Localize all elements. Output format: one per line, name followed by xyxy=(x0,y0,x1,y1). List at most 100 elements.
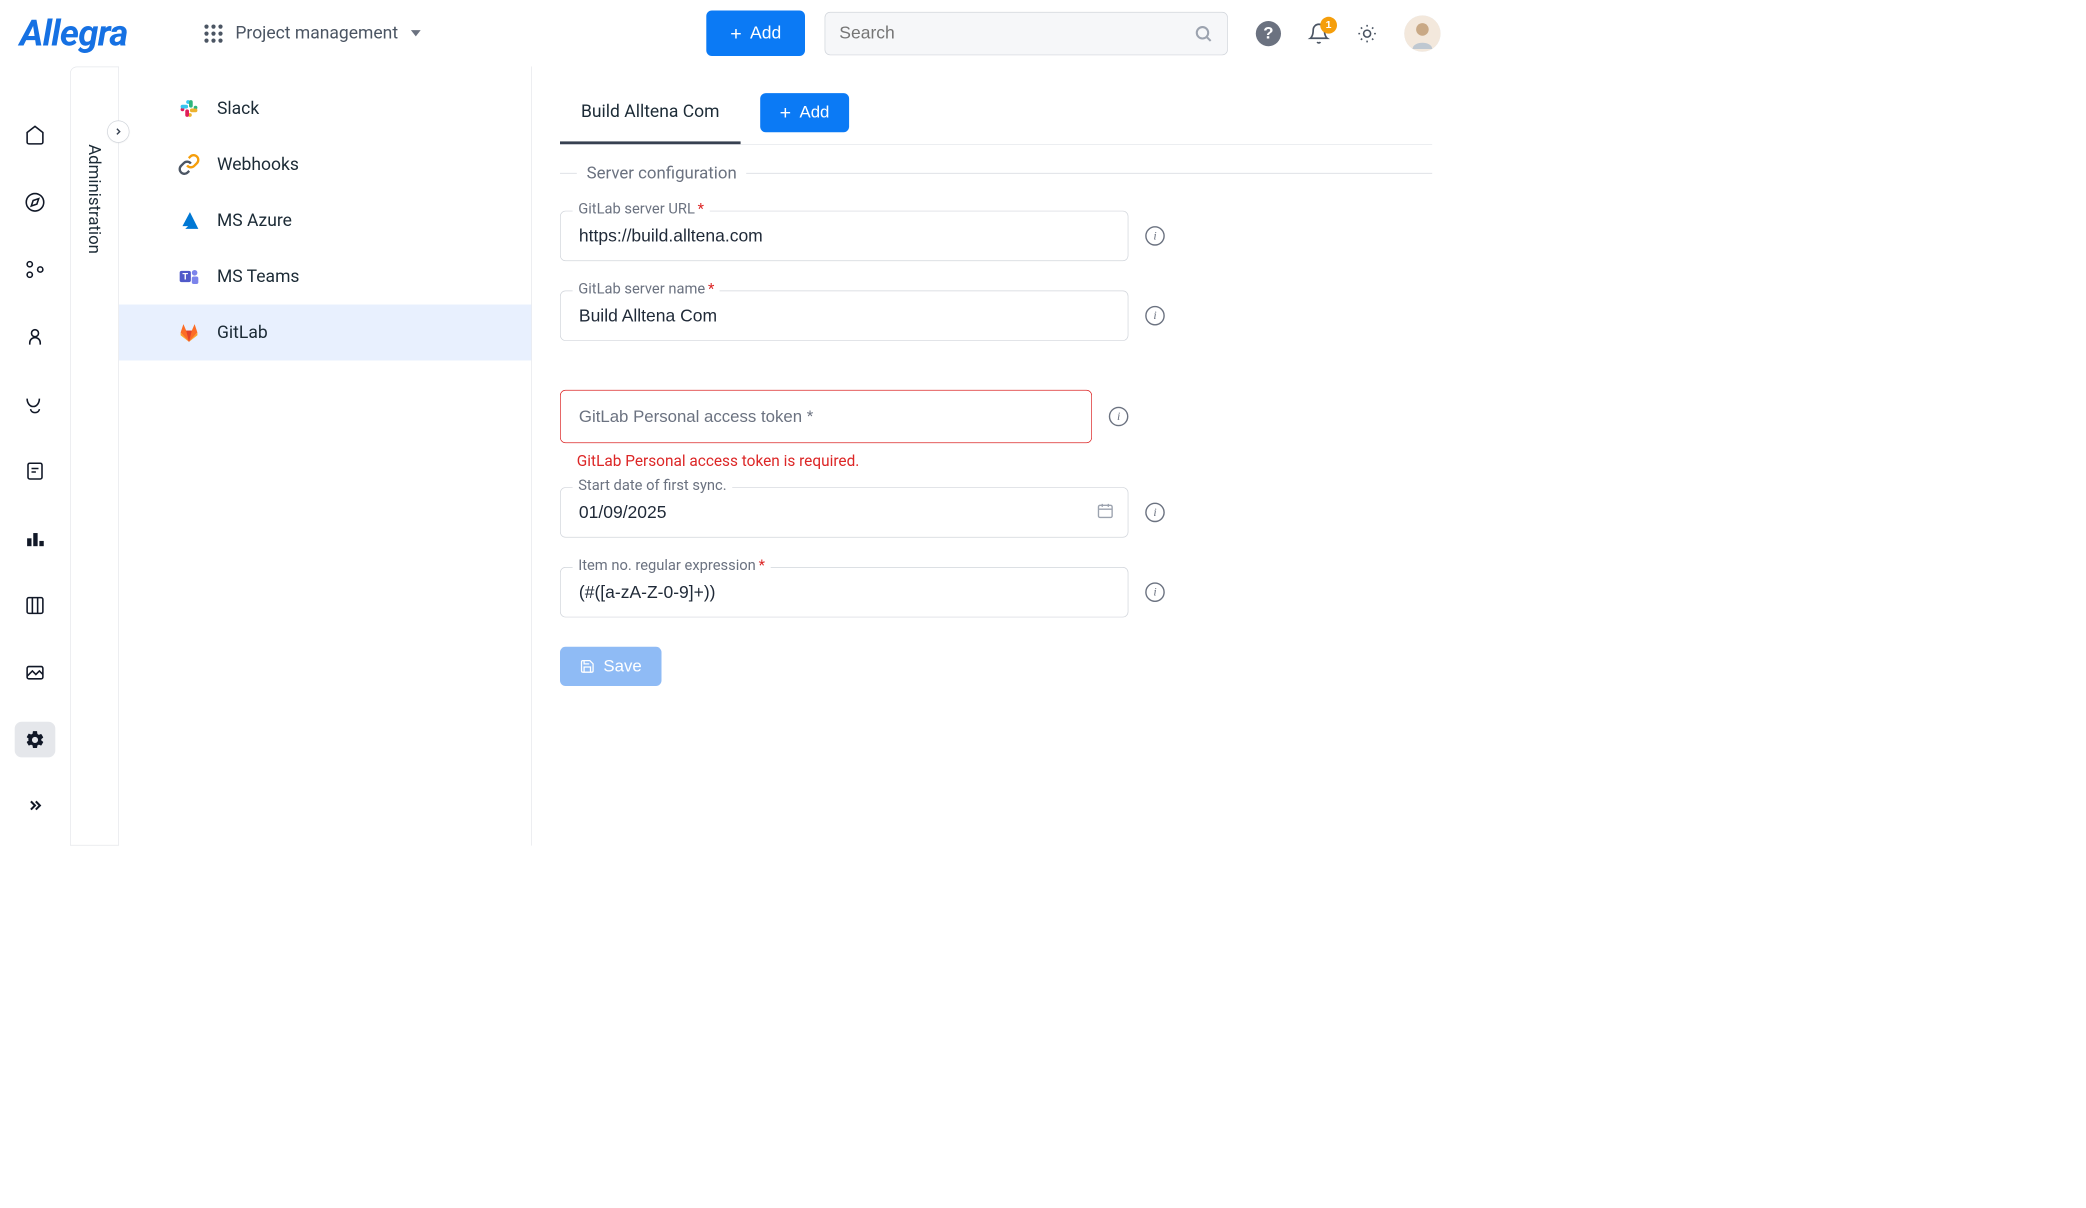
content-area: Build Alltena Com + Add Server configura… xyxy=(532,67,1460,846)
field-wrap-token xyxy=(560,390,1092,443)
notifications-button[interactable]: 1 xyxy=(1308,22,1330,44)
rail-expand[interactable] xyxy=(15,789,56,825)
rail-home[interactable] xyxy=(15,117,56,153)
section-legend: Server configuration xyxy=(560,163,1432,183)
info-icon[interactable]: i xyxy=(1145,226,1165,246)
info-icon[interactable]: i xyxy=(1145,582,1165,602)
global-add-button[interactable]: + Add xyxy=(706,11,805,57)
module-switcher[interactable]: Project management xyxy=(205,23,421,43)
rail-masks[interactable] xyxy=(15,386,56,422)
module-label: Project management xyxy=(235,23,398,43)
server-name-input[interactable] xyxy=(560,291,1128,341)
home-icon xyxy=(25,124,46,145)
search-icon xyxy=(1194,23,1214,43)
sidebar-item-webhooks[interactable]: Webhooks xyxy=(119,137,531,193)
nav-rail xyxy=(0,67,70,846)
gear-icon xyxy=(25,729,46,750)
token-error-message: GitLab Personal access token is required… xyxy=(577,453,1432,471)
calendar-icon[interactable] xyxy=(1096,502,1114,524)
kanban-icon xyxy=(25,595,46,616)
field-wrap-start-date: Start date of first sync. xyxy=(560,487,1128,537)
person-icon xyxy=(25,326,46,347)
rail-user[interactable] xyxy=(15,319,56,355)
masks-icon xyxy=(25,393,46,414)
field-wrap-server-url: GitLab server URL* xyxy=(560,211,1128,261)
rail-document[interactable] xyxy=(15,453,56,489)
start-date-label: Start date of first sync. xyxy=(573,477,733,494)
topbar: Allegra Project management + Add ? 1 xyxy=(0,0,1460,67)
add-button-label: Add xyxy=(750,23,781,43)
rail-image[interactable] xyxy=(15,655,56,691)
rail-explore[interactable] xyxy=(15,184,56,220)
field-row-regex: Item no. regular expression* i xyxy=(560,567,1432,617)
field-wrap-regex: Item no. regular expression* xyxy=(560,567,1128,617)
chevron-right-icon xyxy=(113,126,124,137)
apps-grid-icon xyxy=(205,24,223,42)
add-tab-button[interactable]: + Add xyxy=(760,93,849,132)
bar-chart-icon xyxy=(25,527,46,548)
compass-icon xyxy=(25,191,46,212)
help-button[interactable]: ? xyxy=(1256,21,1281,46)
server-url-label: GitLab server URL* xyxy=(573,201,710,218)
gitlab-icon xyxy=(176,320,201,345)
info-icon[interactable]: i xyxy=(1145,503,1165,523)
notification-badge: 1 xyxy=(1320,16,1337,33)
regex-label: Item no. regular expression* xyxy=(573,557,771,574)
field-row-server-name: GitLab server name* i xyxy=(560,291,1432,341)
admin-label: Administration xyxy=(85,130,105,254)
user-menu-button[interactable] xyxy=(1404,15,1440,51)
regex-input[interactable] xyxy=(560,567,1128,617)
sidebar-item-azure[interactable]: MS Azure xyxy=(119,193,531,249)
field-row-start-date: Start date of first sync. i xyxy=(560,487,1432,537)
chevron-down-icon xyxy=(411,30,421,36)
save-icon xyxy=(580,659,595,674)
help-icon: ? xyxy=(1256,21,1281,46)
nodes-icon xyxy=(25,259,46,280)
info-icon[interactable]: i xyxy=(1109,407,1129,427)
settings-sidebar: Slack Webhooks MS Azure T MS Teams GitLa… xyxy=(119,67,532,846)
image-icon xyxy=(25,662,46,683)
logo: Allegra xyxy=(20,12,128,55)
sidebar-item-msteams[interactable]: T MS Teams xyxy=(119,249,531,305)
server-name-label: GitLab server name* xyxy=(573,281,720,298)
save-button[interactable]: Save xyxy=(560,647,661,686)
svg-text:T: T xyxy=(182,271,188,282)
slack-icon xyxy=(176,96,201,121)
sidebar-item-gitlab[interactable]: GitLab xyxy=(119,305,531,361)
rail-items[interactable] xyxy=(15,251,56,287)
search-box[interactable] xyxy=(825,12,1228,55)
section-title: Server configuration xyxy=(587,163,737,183)
sun-icon xyxy=(1357,23,1378,44)
field-row-server-url: GitLab server URL* i xyxy=(560,211,1432,261)
document-icon xyxy=(25,460,46,481)
start-date-input[interactable] xyxy=(560,487,1128,537)
add-tab-label: Add xyxy=(799,103,829,123)
admin-panel-tab: Administration xyxy=(70,67,119,846)
sidebar-item-label: MS Teams xyxy=(217,266,299,286)
server-url-input[interactable] xyxy=(560,211,1128,261)
rail-reports[interactable] xyxy=(15,520,56,556)
rail-settings[interactable] xyxy=(15,722,56,758)
sidebar-item-label: Slack xyxy=(217,98,259,118)
sidebar-item-label: GitLab xyxy=(217,322,268,342)
info-icon[interactable]: i xyxy=(1145,306,1165,326)
field-row-token: i xyxy=(560,390,1432,443)
msteams-icon: T xyxy=(176,264,201,289)
theme-toggle-button[interactable] xyxy=(1357,23,1378,44)
plus-icon: + xyxy=(780,103,791,123)
rail-board[interactable] xyxy=(15,587,56,623)
tab-label: Build Alltena Com xyxy=(581,102,719,122)
azure-icon xyxy=(176,208,201,233)
avatar xyxy=(1404,15,1440,51)
sidebar-item-label: MS Azure xyxy=(217,210,292,230)
sidebar-item-label: Webhooks xyxy=(217,154,299,174)
plus-icon: + xyxy=(730,23,741,43)
topbar-right: ? 1 xyxy=(1256,15,1441,51)
token-input[interactable] xyxy=(560,390,1092,443)
sidebar-item-slack[interactable]: Slack xyxy=(119,81,531,137)
admin-collapse-button[interactable] xyxy=(107,120,129,142)
tab-build-alltena[interactable]: Build Alltena Com xyxy=(560,81,740,145)
search-input[interactable] xyxy=(839,23,1193,43)
save-button-label: Save xyxy=(603,657,641,677)
field-wrap-server-name: GitLab server name* xyxy=(560,291,1128,341)
